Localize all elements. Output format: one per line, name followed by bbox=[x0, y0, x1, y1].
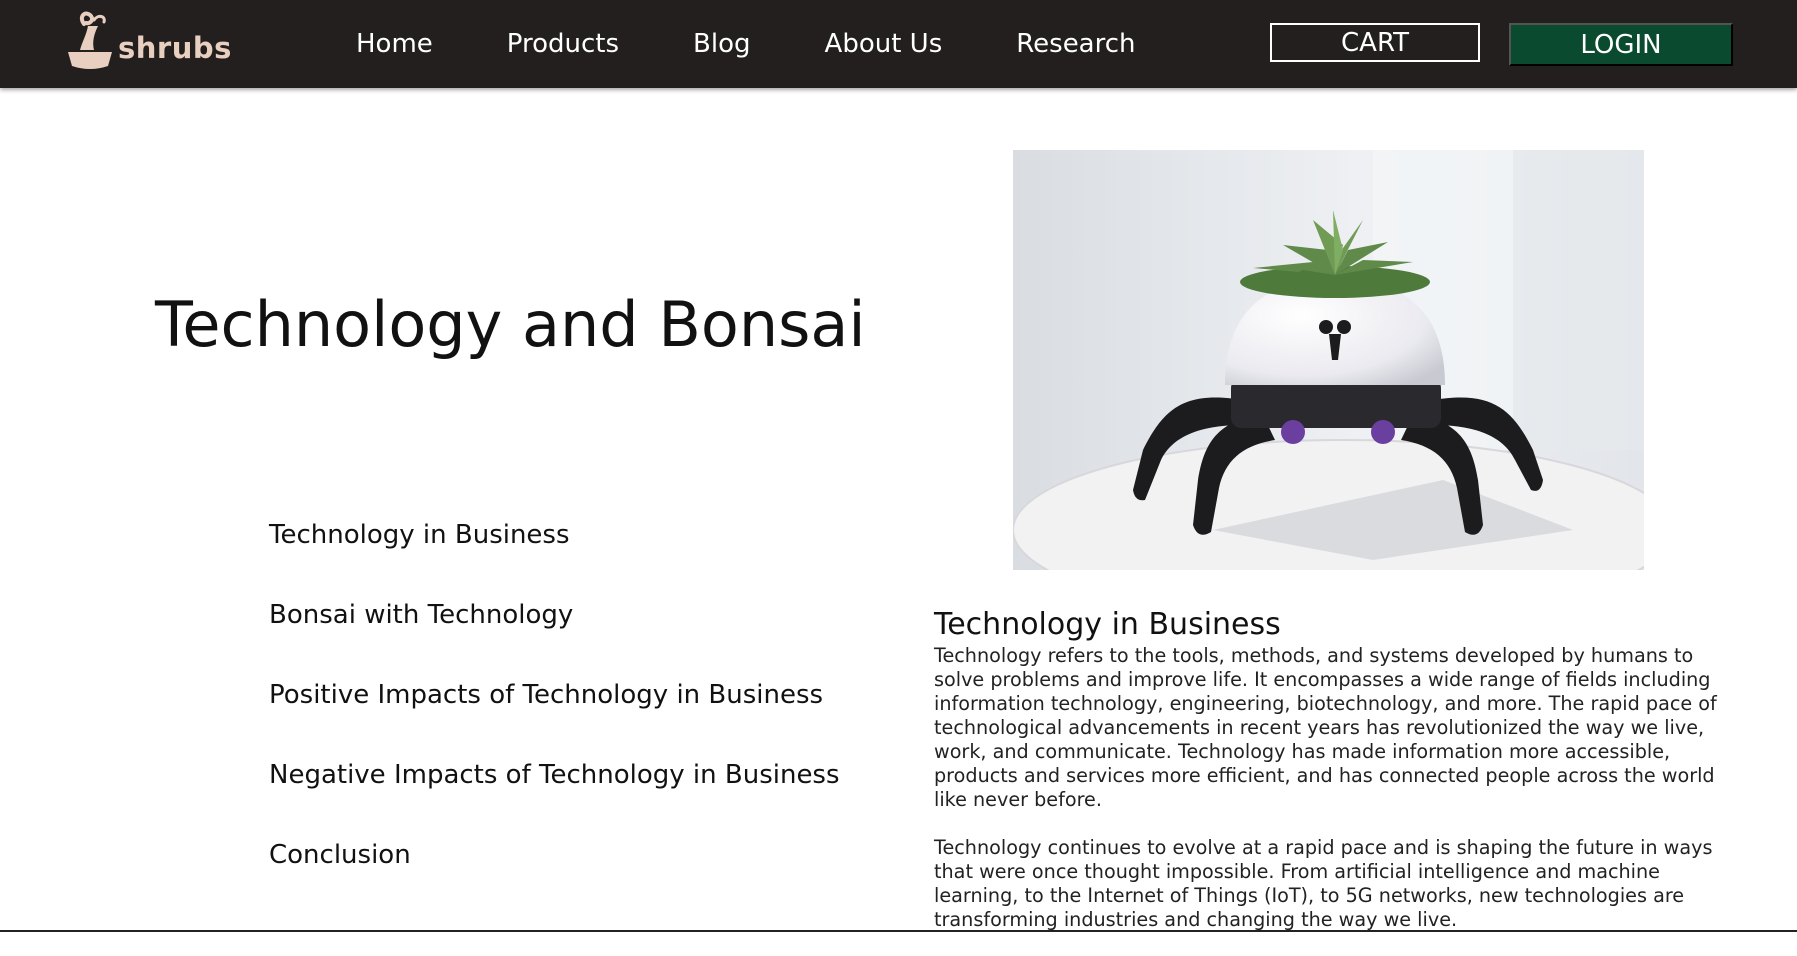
main-nav: Home Products Blog About Us Research bbox=[356, 24, 1136, 64]
robot-plant-illustration bbox=[1013, 150, 1644, 570]
article-paragraph: Technology continues to evolve at a rapi… bbox=[934, 836, 1713, 931]
toc-item-technology-in-business[interactable]: Technology in Business bbox=[269, 515, 840, 595]
article-paragraph: Technology refers to the tools, methods,… bbox=[934, 644, 1717, 811]
page-title: Technology and Bonsai bbox=[155, 288, 866, 361]
nav-link-blog[interactable]: Blog bbox=[693, 24, 750, 64]
toc-item-bonsai-with-technology[interactable]: Bonsai with Technology bbox=[269, 595, 840, 675]
brand-name: shrubs bbox=[118, 31, 232, 65]
toc-item-conclusion[interactable]: Conclusion bbox=[269, 835, 840, 915]
cart-button[interactable]: CART bbox=[1270, 23, 1480, 62]
article-heading: Technology in Business bbox=[934, 607, 1281, 642]
top-navbar: shrubs Home Products Blog About Us Resea… bbox=[0, 0, 1797, 88]
bonsai-pot-icon bbox=[68, 11, 112, 69]
table-of-contents: Technology in Business Bonsai with Techn… bbox=[269, 515, 840, 915]
nav-link-home[interactable]: Home bbox=[356, 24, 433, 64]
nav-link-research[interactable]: Research bbox=[1016, 24, 1135, 64]
toc-item-negative-impacts[interactable]: Negative Impacts of Technology in Busine… bbox=[269, 755, 840, 835]
article-section: Technology in Business Technology refers… bbox=[934, 606, 1724, 956]
brand-logo[interactable]: shrubs bbox=[64, 8, 234, 74]
nav-link-about-us[interactable]: About Us bbox=[825, 24, 943, 64]
robot-plant-image bbox=[1013, 150, 1644, 570]
nav-link-products[interactable]: Products bbox=[507, 24, 619, 64]
login-button[interactable]: LOGIN bbox=[1509, 23, 1733, 66]
toc-item-positive-impacts[interactable]: Positive Impacts of Technology in Busine… bbox=[269, 675, 840, 755]
